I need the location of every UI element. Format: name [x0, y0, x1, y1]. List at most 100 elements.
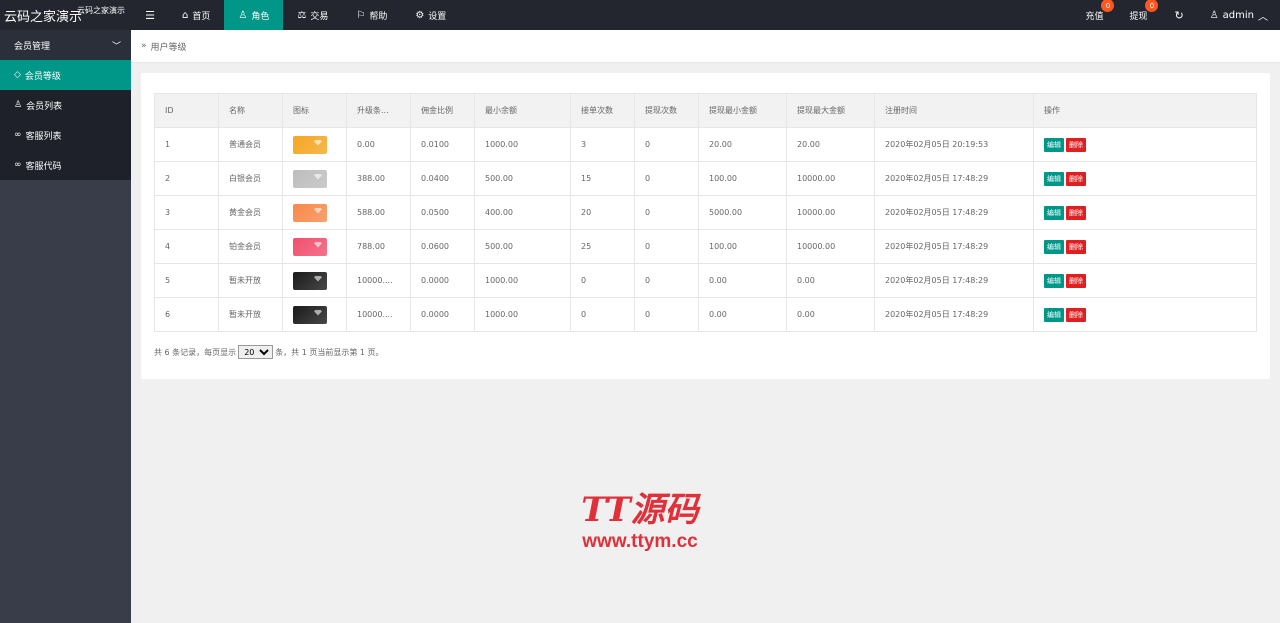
cell-icon: [282, 195, 347, 230]
delete-button[interactable]: 删除: [1066, 239, 1086, 254]
level-card-icon: [293, 271, 327, 290]
sidebar-item-level[interactable]: ◇ 会员等级: [0, 60, 131, 90]
watermark: TT源码 www.ttym.cc: [560, 490, 720, 554]
cell-withdraw-max: 0.00: [786, 297, 875, 332]
withdraw-link[interactable]: 提现 0: [1116, 0, 1160, 30]
cell-commission: 0.0100: [410, 127, 475, 162]
cell-id: 5: [154, 263, 219, 298]
nav-role-label: 角色: [251, 11, 270, 22]
cell-reg-time: 2020年02月05日 17:48:29: [874, 161, 1034, 196]
delete-button[interactable]: 删除: [1066, 273, 1086, 288]
page-size-select[interactable]: 20: [238, 345, 274, 359]
cell-commission: 0.0000: [410, 297, 475, 332]
cell-reg-time: 2020年02月05日 17:48:29: [874, 263, 1034, 298]
nav-role[interactable]: ♙ 角色: [224, 0, 284, 30]
home-icon: ⌂: [182, 9, 189, 21]
cell-icon: [282, 161, 347, 196]
nav-settings[interactable]: ⚙ 设置: [401, 0, 460, 30]
level-card-icon: [293, 203, 327, 222]
double-chevron-icon: »: [141, 41, 147, 51]
cell-withdraw-max: 10000.00: [786, 229, 875, 264]
cell-orders: 20: [570, 195, 635, 230]
logo: 云码之家演示 云码之家演示: [0, 0, 131, 30]
cell-commission: 0.0000: [410, 263, 475, 298]
sidebar-group-member[interactable]: 会员管理 ﹀: [0, 30, 131, 60]
cell-withdraw-max: 10000.00: [786, 161, 875, 196]
scale-icon: ⚖: [297, 9, 307, 21]
breadcrumb-current: 用户等级: [150, 42, 187, 53]
watermark-big: TT源码: [581, 490, 699, 530]
cell-id: 2: [154, 161, 219, 196]
delete-button[interactable]: 删除: [1066, 171, 1086, 186]
cell-icon: [282, 127, 347, 162]
cell-id: 3: [154, 195, 219, 230]
delete-button[interactable]: 删除: [1066, 205, 1086, 220]
edit-button[interactable]: 编辑: [1044, 205, 1064, 220]
user-icon: ♙: [1209, 9, 1219, 21]
refresh-icon[interactable]: ↻: [1160, 9, 1197, 22]
cell-actions: 编辑 删除: [1033, 263, 1257, 298]
logo-main: 云码之家演示: [4, 10, 83, 25]
cell-min-balance: 1000.00: [474, 263, 571, 298]
edit-button[interactable]: 编辑: [1044, 307, 1064, 322]
chevron-up-icon: ︿: [1258, 11, 1268, 23]
nav-home-label: 首页: [192, 11, 211, 22]
cell-upgrade: 10000....: [346, 297, 411, 332]
cell-reg-time: 2020年02月05日 17:48:29: [874, 229, 1034, 264]
pager-prefix: 共 6 条记录，每页显示: [154, 347, 237, 357]
level-card-icon: [293, 135, 327, 154]
edit-button[interactable]: 编辑: [1044, 171, 1064, 186]
nav-help[interactable]: ⚐ 帮助: [342, 0, 401, 30]
sidebar-item-service-code[interactable]: ∞ 客服代码: [0, 150, 131, 180]
nav-trade[interactable]: ⚖ 交易: [283, 0, 342, 30]
table-row: 3 黄金会员 588.00 0.0500 400.00 20 0 5000.00 10000.0…: [154, 195, 1257, 230]
cell-min-balance: 500.00: [474, 229, 571, 264]
sidebar-group-label: 会员管理: [14, 41, 51, 52]
user-menu[interactable]: ♙ admin ︿: [1198, 8, 1280, 23]
sidebar-item-members[interactable]: ♙ 会员列表: [0, 90, 131, 120]
recharge-link[interactable]: 充值 0: [1072, 0, 1116, 30]
cell-orders: 0: [570, 263, 635, 298]
cell-min-balance: 400.00: [474, 195, 571, 230]
cell-upgrade: 0.00: [346, 127, 411, 162]
table-row: 2 白银会员 388.00 0.0400 500.00 15 0 100.00 10000.00…: [154, 161, 1257, 196]
cell-actions: 编辑 删除: [1033, 195, 1257, 230]
top-nav: ⌂ 首页 ♙ 角色 ⚖ 交易 ⚐ 帮助 ⚙ 设置: [168, 0, 460, 30]
cell-upgrade: 588.00: [346, 195, 411, 230]
cell-withdraw-count: 0: [634, 297, 699, 332]
cell-reg-time: 2020年02月05日 17:48:29: [874, 195, 1034, 230]
sidebar-item-service[interactable]: ∞ 客服列表: [0, 120, 131, 150]
watermark-url: www.ttym.cc: [582, 531, 698, 552]
col-orders: 接单次数: [570, 93, 635, 128]
edit-button[interactable]: 编辑: [1044, 239, 1064, 254]
delete-button[interactable]: 删除: [1066, 137, 1086, 152]
cell-name: 白银会员: [218, 161, 283, 196]
user-icon: ♙: [14, 100, 23, 110]
breadcrumb: » 用户等级: [131, 30, 1280, 63]
edit-button[interactable]: 编辑: [1044, 273, 1064, 288]
col-name: 名称: [218, 93, 283, 128]
diamond-icon: ◇: [14, 70, 21, 80]
cell-withdraw-min: 20.00: [698, 127, 787, 162]
cell-upgrade: 788.00: [346, 229, 411, 264]
level-card-icon: [293, 305, 327, 324]
col-withdraw-max: 提现最大金额: [786, 93, 875, 128]
top-header: 云码之家演示 云码之家演示 ☰ ⌂ 首页 ♙ 角色 ⚖ 交易 ⚐ 帮助 ⚙ 设置 充值 0…: [0, 0, 1280, 30]
cell-orders: 15: [570, 161, 635, 196]
cell-id: 4: [154, 229, 219, 264]
col-icon: 图标: [282, 93, 347, 128]
delete-button[interactable]: 删除: [1066, 307, 1086, 322]
cell-orders: 0: [570, 297, 635, 332]
cell-withdraw-max: 0.00: [786, 263, 875, 298]
cell-withdraw-min: 0.00: [698, 297, 787, 332]
cell-name: 普通会员: [218, 127, 283, 162]
menu-toggle-icon[interactable]: ☰: [140, 0, 160, 30]
nav-home[interactable]: ⌂ 首页: [168, 0, 224, 30]
cell-name: 铂金会员: [218, 229, 283, 264]
table-header-row: ID 名称 图标 升级条... 佣金比例 最小余额 接单次数 提现次数 提现最小…: [154, 93, 1257, 128]
cell-withdraw-count: 0: [634, 161, 699, 196]
edit-button[interactable]: 编辑: [1044, 137, 1064, 152]
withdraw-badge: 0: [1145, 0, 1159, 12]
gear-icon: ⚙: [415, 9, 425, 21]
cell-actions: 编辑 删除: [1033, 297, 1257, 332]
